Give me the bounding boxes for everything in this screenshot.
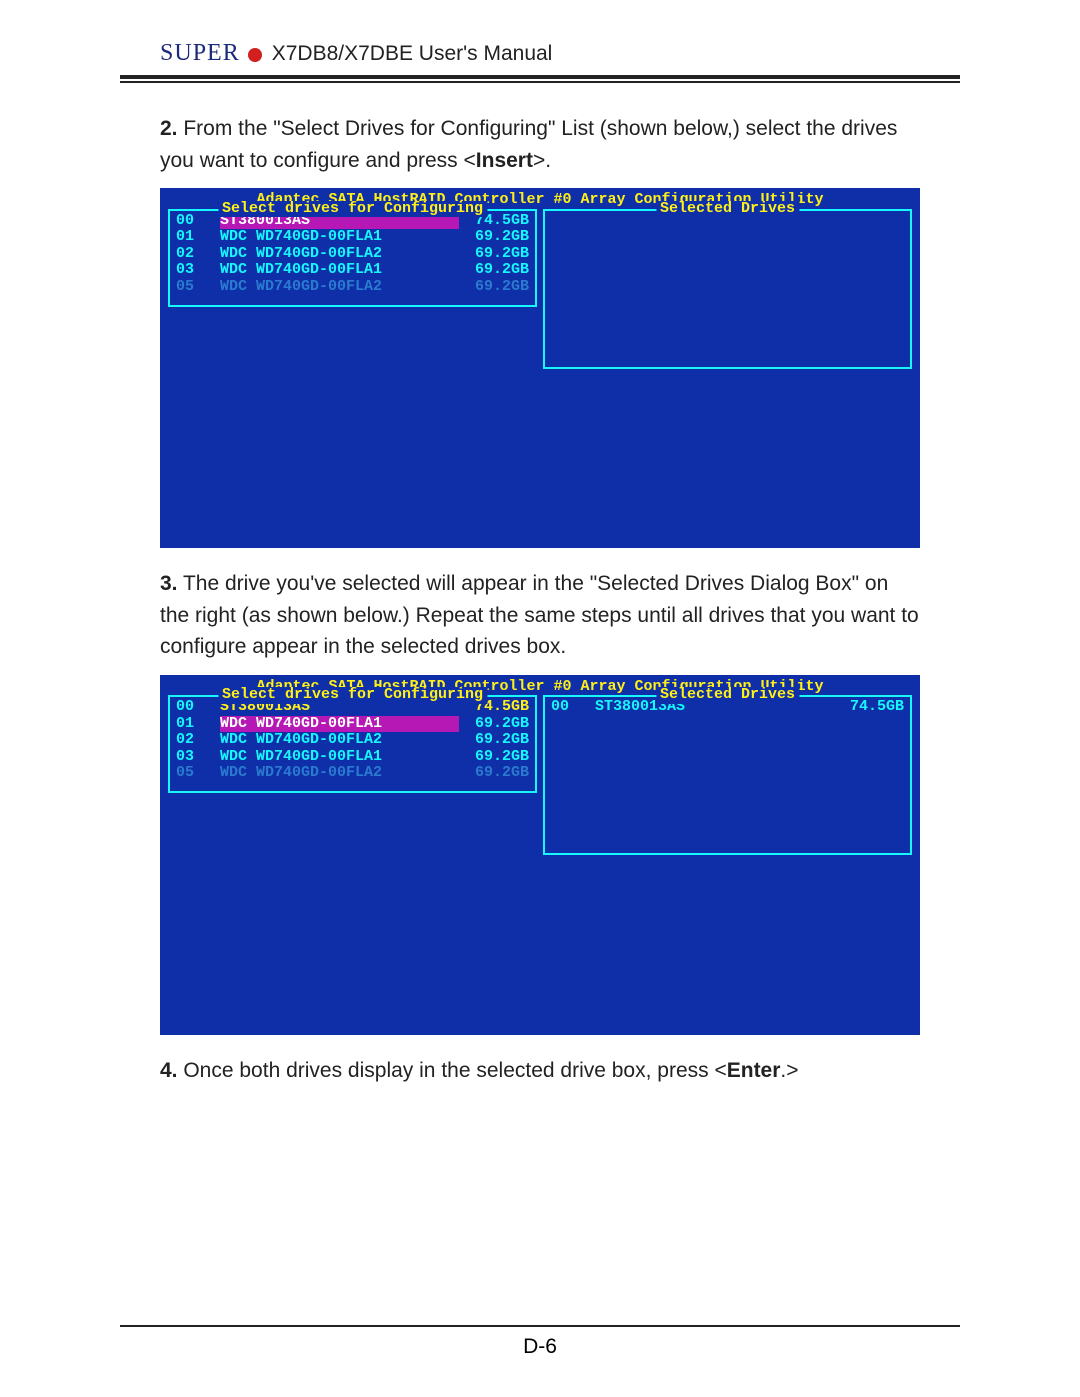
- drive-row: 05WDC WD740GD-00FLA269.2GB: [176, 279, 529, 296]
- selected-drives-panel: Selected Drives 00ST380013AS74.5GB: [543, 695, 912, 855]
- drive-row: 03WDC WD740GD-00FLA169.2GB: [176, 262, 529, 279]
- bios-screenshot-2: Adaptec SATA HostRAID Controller #0 Arra…: [160, 675, 920, 1035]
- drive-row: 02WDC WD740GD-00FLA269.2GB: [176, 732, 529, 749]
- drive-row: 02WDC WD740GD-00FLA269.2GB: [176, 246, 529, 263]
- select-drives-panel: Select drives for Configuring 00ST380013…: [168, 209, 537, 307]
- step-3-text: 3. The drive you've selected will appear…: [160, 568, 920, 663]
- page-number: D-6: [0, 1335, 1080, 1359]
- drive-row: 03WDC WD740GD-00FLA169.2GB: [176, 749, 529, 766]
- step-2-text: 2. From the "Select Drives for Configuri…: [160, 113, 920, 176]
- drive-row: 05WDC WD740GD-00FLA269.2GB: [176, 765, 529, 782]
- selected-drives-panel: Selected Drives: [543, 209, 912, 369]
- step-4-text: 4. Once both drives display in the selec…: [160, 1055, 920, 1087]
- drive-row: 01WDC WD740GD-00FLA169.2GB: [176, 229, 529, 246]
- drive-row: 01WDC WD740GD-00FLA169.2GB: [176, 716, 529, 733]
- logo-dot-icon: [248, 48, 262, 62]
- bios-screenshot-1: Adaptec SATA HostRAID Controller #0 Arra…: [160, 188, 920, 548]
- header-rule: [120, 75, 960, 83]
- logo-text: SUPER: [160, 40, 240, 67]
- header-title: X7DB8/X7DBE User's Manual: [272, 42, 553, 66]
- manual-page: SUPER X7DB8/X7DBE User's Manual 2. From …: [0, 0, 1080, 1397]
- footer-rule: [120, 1325, 960, 1327]
- select-drives-panel: Select drives for Configuring 00ST380013…: [168, 695, 537, 793]
- page-header: SUPER X7DB8/X7DBE User's Manual: [160, 40, 960, 67]
